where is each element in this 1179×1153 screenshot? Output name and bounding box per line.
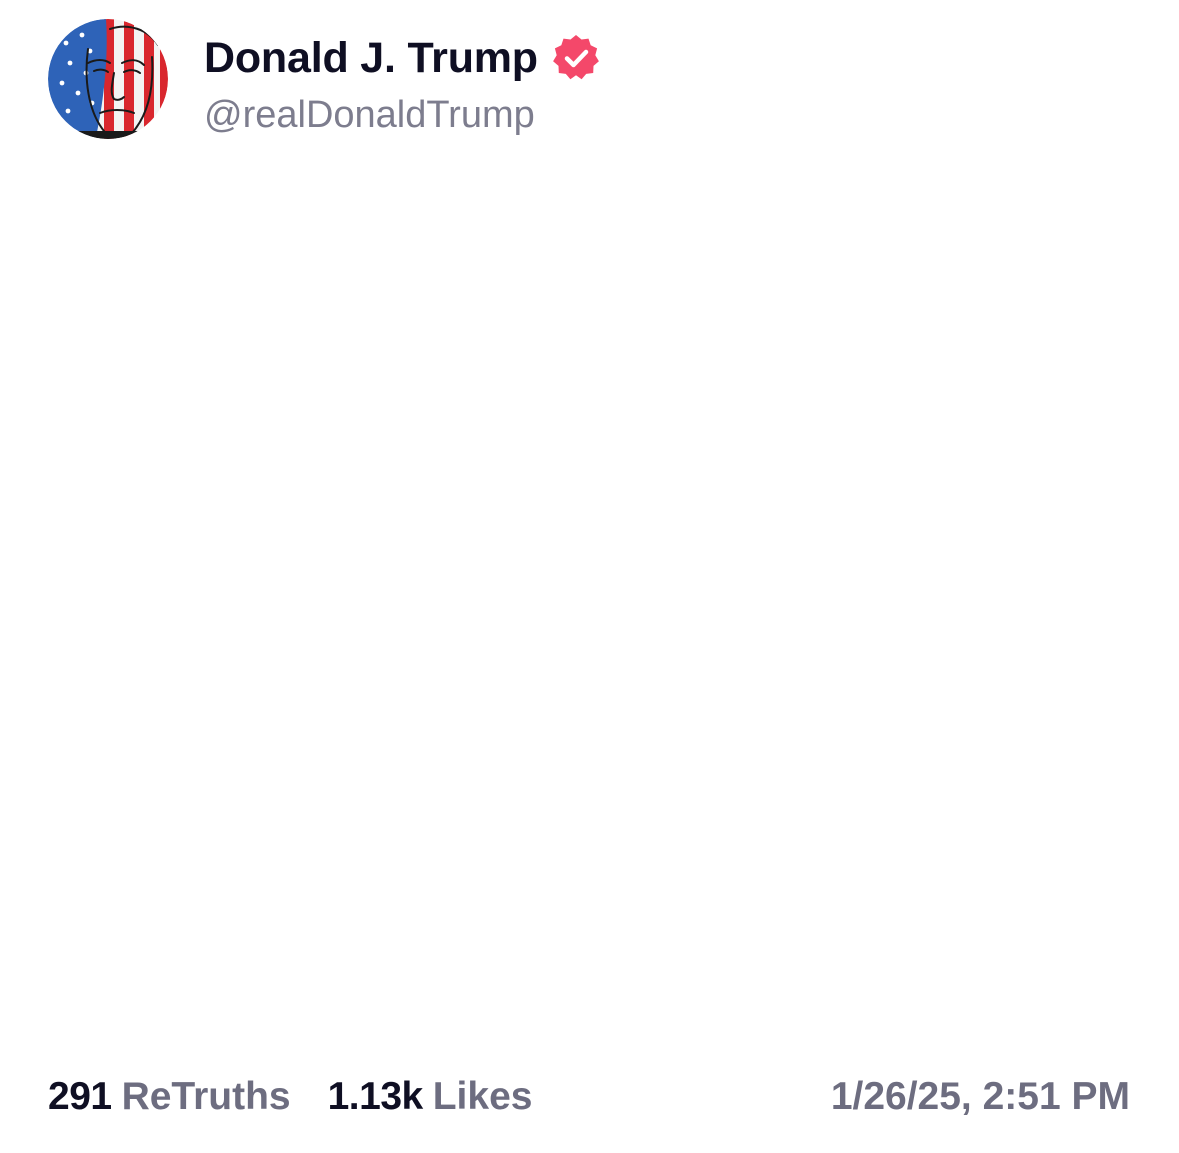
likes-label: Likes xyxy=(432,1075,533,1118)
post-stats: 291 ReTruths 1.13k Likes xyxy=(48,1072,532,1122)
avatar-flag-portrait-icon xyxy=(48,19,168,139)
post-timestamp[interactable]: 1/26/25, 2:51 PM xyxy=(831,1072,1130,1122)
likes-count: 1.13k xyxy=(327,1075,424,1118)
likes-stat[interactable]: 1.13k Likes xyxy=(328,1075,533,1119)
post-card: Donald J. Trump @realDonaldTrump 291 ReT… xyxy=(0,0,1179,1153)
avatar[interactable] xyxy=(48,19,168,139)
retruths-count: 291 xyxy=(48,1075,112,1118)
author-name-row: Donald J. Trump xyxy=(204,30,601,86)
retruths-label: ReTruths xyxy=(121,1075,291,1118)
author-display-name[interactable]: Donald J. Trump xyxy=(204,34,538,83)
author-handle[interactable]: @realDonaldTrump xyxy=(204,94,535,137)
retruths-stat[interactable]: 291 ReTruths xyxy=(48,1075,291,1119)
verified-badge-icon xyxy=(551,33,601,83)
